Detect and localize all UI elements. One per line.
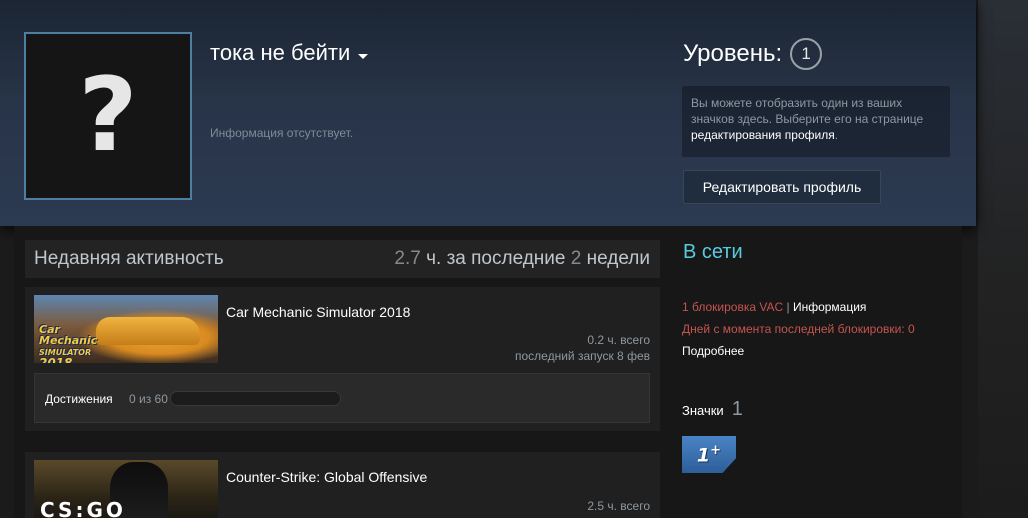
recent-activity-hours: 2.7 ч. за последние 2 недели: [394, 248, 650, 270]
achievements-progress-bar: [170, 391, 341, 406]
recent-game-item: CS:GO Counter-Strike: Global Offensive 2…: [25, 452, 660, 518]
persona-name: тока не бейти: [210, 40, 351, 65]
profile-level: Уровень: 1: [683, 38, 823, 70]
days-since-ban: Дней с момента последней блокировки: 0: [682, 322, 915, 336]
online-status: В сети: [683, 241, 743, 263]
profile-summary: Информация отсутствует.: [210, 126, 354, 140]
vac-ban-count: 1 блокировка VAC: [682, 300, 784, 314]
recent-activity-header: Недавняя активность 2.7 ч. за последние …: [25, 240, 660, 278]
showcase-text: Вы можете отобразить один из ваших значк…: [691, 96, 924, 126]
badge-number: 1: [696, 444, 711, 467]
recent-activity-title: Недавняя активность: [34, 248, 224, 269]
game-logo: CS:GO: [40, 498, 126, 518]
badges-label: Значки: [682, 403, 724, 418]
level-badge[interactable]: 1: [790, 38, 823, 70]
achievements-summary[interactable]: Достижения 0 из 60: [34, 373, 650, 423]
game-total-hours: 2.5 ч. всего: [587, 499, 650, 513]
badge-showcase-hint: Вы можете отобразить один из ваших значк…: [682, 86, 950, 157]
page-background-right: [978, 0, 1028, 518]
weeks-number: 2: [570, 248, 582, 269]
game-capsule-image[interactable]: CS:GO: [34, 460, 218, 518]
vac-separator: |: [786, 300, 790, 314]
badges-count: 1: [731, 398, 743, 420]
game-name[interactable]: Car Mechanic Simulator 2018: [226, 304, 410, 320]
game-name[interactable]: Counter-Strike: Global Offensive: [226, 469, 427, 485]
achievements-label: Достижения: [45, 392, 113, 406]
weeks-text: недели: [586, 248, 650, 269]
hours-text: ч. за последние: [426, 248, 566, 269]
game-last-played: последний запуск 8 фев: [514, 349, 650, 363]
chevron-down-icon: [358, 53, 369, 59]
avatar[interactable]: ?: [24, 32, 192, 200]
level-label: Уровень:: [683, 40, 783, 67]
badge-plus: +: [710, 442, 722, 458]
profile-header: ? тока не бейти Информация отсутствует. …: [0, 0, 976, 226]
question-mark-icon: ?: [78, 56, 138, 175]
showcase-end: .: [834, 128, 839, 142]
vac-info-link[interactable]: Информация: [793, 300, 866, 314]
persona-name-dropdown[interactable]: тока не бейти: [210, 40, 369, 66]
achievements-count: 0 из 60: [129, 392, 168, 406]
game-total-hours: 0.2 ч. всего: [587, 333, 650, 347]
game-logo: Car Mechanic SIMULATOR 2018: [39, 324, 105, 363]
badges-section-title[interactable]: Значки 1: [682, 398, 743, 421]
logo-line-2: Mechanic: [39, 334, 98, 347]
edit-profile-button[interactable]: Редактировать профиль: [683, 170, 881, 204]
badge-label: 1+: [697, 443, 721, 466]
vac-status: 1 блокировка VAC | Информация: [682, 300, 866, 314]
hours-number: 2.7: [394, 248, 421, 269]
recent-game-item: Car Mechanic SIMULATOR 2018 Car Mechanic…: [25, 287, 660, 431]
logo-line-4: 2018: [39, 356, 73, 363]
edit-profile-link[interactable]: редактирования профиля: [691, 128, 835, 142]
more-info-link[interactable]: Подробнее: [682, 344, 744, 358]
car-image: [96, 317, 200, 345]
game-capsule-image[interactable]: Car Mechanic SIMULATOR 2018: [34, 295, 218, 363]
